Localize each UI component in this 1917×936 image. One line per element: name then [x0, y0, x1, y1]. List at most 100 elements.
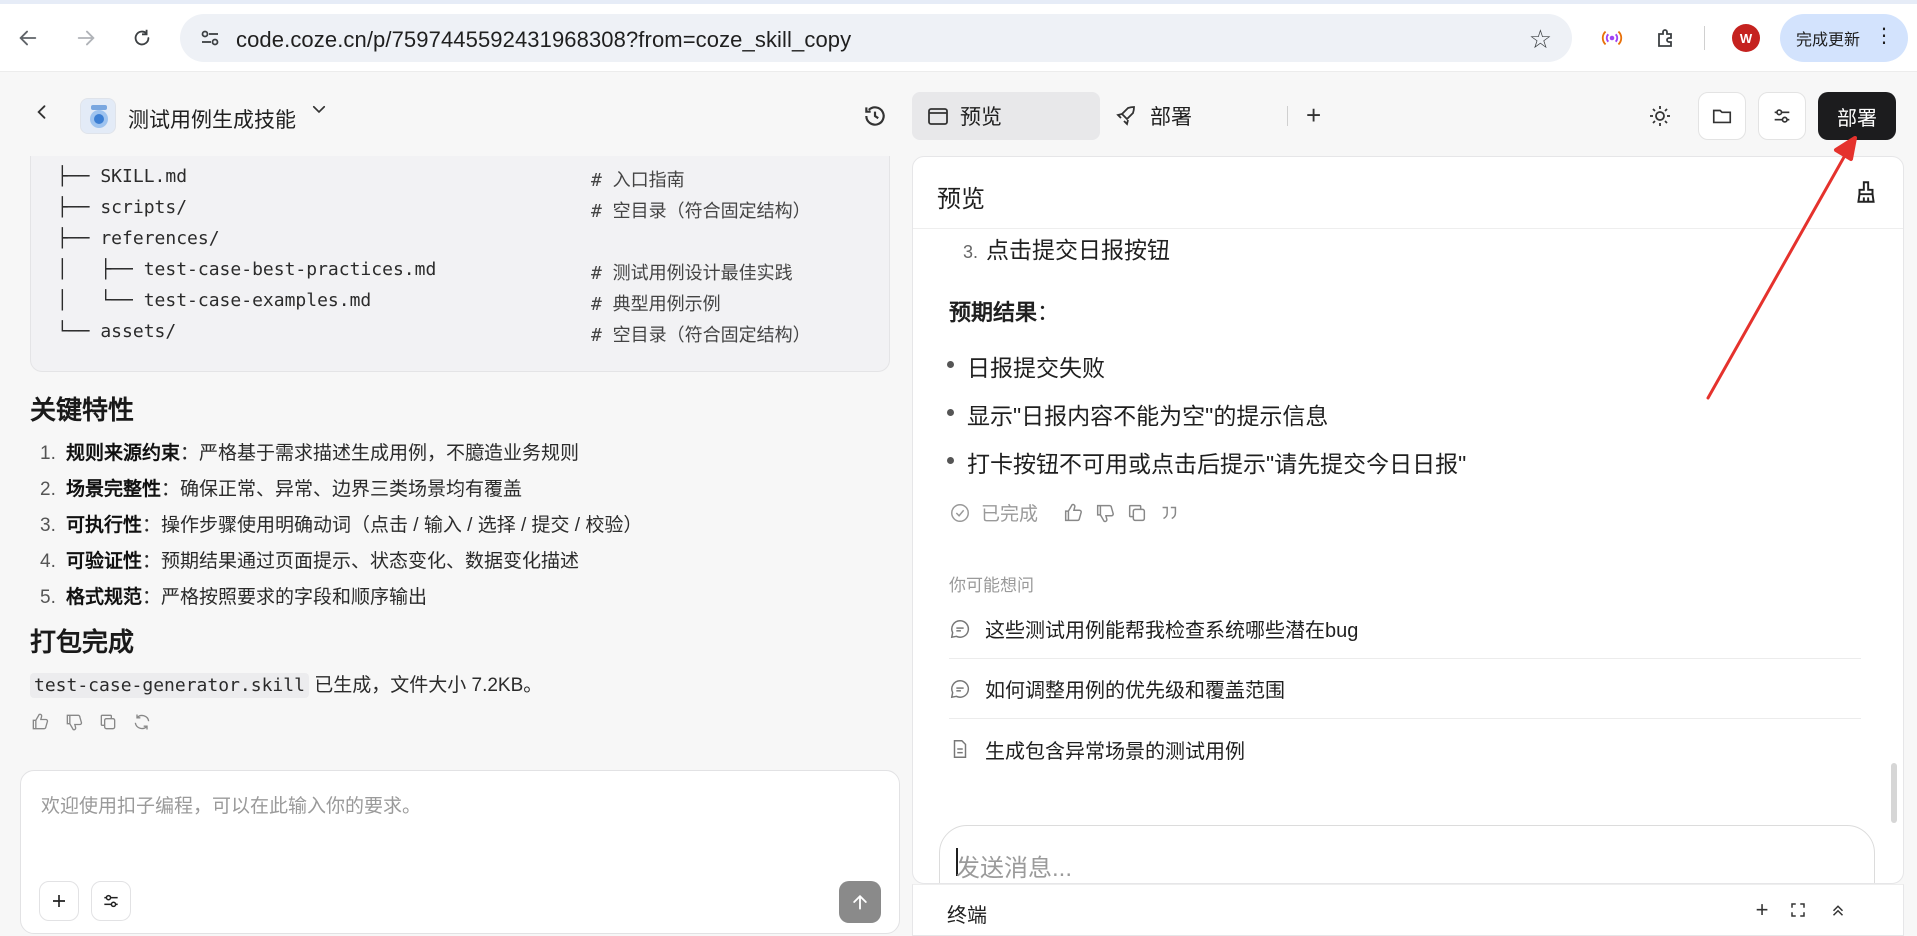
sliders-icon — [104, 894, 118, 908]
site-settings-icon[interactable] — [198, 26, 222, 50]
tab-deploy[interactable]: 部署 — [1110, 92, 1270, 140]
expected-label-text: 预期结果 — [949, 300, 1038, 325]
feature-num: 2. — [40, 479, 56, 500]
suggestion-item[interactable]: 这些测试用例能帮我检查系统哪些潜在bug — [949, 599, 1861, 659]
extensions-puzzle-icon[interactable] — [1652, 24, 1680, 52]
feature-desc: ：预期结果通过页面提示、状态变化、数据变化描述 — [142, 551, 580, 572]
feature-desc: ：操作步骤使用明确动词（点击 / 输入 / 选择 / 提交 / 校验） — [142, 515, 643, 536]
tree-comment: # 入口指南 — [591, 170, 685, 191]
settings-sliders-icon[interactable] — [1758, 92, 1806, 140]
result-bullet: 显示"日报内容不能为空"的提示信息 — [946, 397, 1329, 431]
message-input[interactable]: 发送消息... — [939, 825, 1875, 883]
reload-icon[interactable] — [126, 22, 158, 54]
browser-toolbar: code.coze.cn/p/7597445592431968308?from=… — [0, 0, 1917, 72]
thumbs-up-icon[interactable] — [1062, 502, 1084, 524]
tree-comment: # 典型用例示例 — [591, 294, 721, 315]
tab-divider — [1287, 106, 1288, 126]
feature-title: 场景完整性 — [66, 479, 162, 500]
back-icon[interactable] — [12, 22, 44, 54]
feature-desc: ：确保正常、异常、边界三类场景均有覆盖 — [161, 479, 523, 500]
send-button[interactable] — [839, 881, 881, 923]
tab-strip-edge — [0, 0, 1917, 4]
preview-panel: 预览 3. 点击提交日报按钮 预期结果： 日报提交失败 显示"日报内容不能为空"的… — [912, 156, 1917, 936]
preview-scrollbar[interactable] — [1891, 763, 1897, 823]
feature-title: 可执行性 — [66, 515, 143, 536]
chevron-double-up-icon[interactable] — [1827, 899, 1849, 921]
thumbs-down-icon[interactable] — [1094, 502, 1116, 524]
feature-title: 格式规范 — [66, 587, 143, 608]
theme-sun-icon[interactable] — [1636, 92, 1684, 140]
deploy-button[interactable]: 部署 — [1818, 92, 1896, 140]
suggestion-item[interactable]: 生成包含异常场景的测试用例 — [949, 719, 1861, 779]
folder-icon[interactable] — [1698, 92, 1746, 140]
bookmark-star-icon[interactable]: ☆ — [1529, 24, 1552, 55]
more-menu-icon[interactable]: ⋮ — [1874, 26, 1894, 46]
arrow-up-icon — [853, 894, 867, 910]
feature-desc: ：严格基于需求描述生成用例，不臆造业务规则 — [180, 443, 580, 464]
quote-icon[interactable] — [1158, 502, 1180, 524]
document-icon — [953, 740, 967, 758]
feature-title: 可验证性 — [66, 551, 143, 572]
feature-num: 3. — [40, 515, 56, 536]
history-icon[interactable] — [862, 103, 890, 131]
feature-item: 3. 可执行性：操作步骤使用明确动词（点击 / 输入 / 选择 / 提交 / 校验… — [40, 510, 642, 537]
feature-item: 5. 格式规范：严格按照要求的字段和顺序输出 — [40, 582, 427, 609]
terminal-label: 终端 — [947, 905, 987, 927]
tree-path: ├── scripts/ — [57, 197, 188, 218]
toolbar-divider — [1704, 26, 1705, 50]
pack-result: test-case-generator.skill 已生成，文件大小 7.2KB… — [30, 670, 543, 698]
rocket-icon — [1116, 106, 1135, 126]
step-num: 3. — [963, 242, 979, 262]
step-item: 3. 点击提交日报按钮 — [963, 231, 1170, 265]
suggestion-text: 如何调整用例的优先级和覆盖范围 — [985, 680, 1285, 702]
terminal-bar[interactable]: 终端 + — [912, 884, 1904, 936]
expected-result-label: 预期结果： — [949, 295, 1059, 327]
file-tree-code-block: ├── SKILL.md # 入口指南 ├── scripts/ # 空目录（符… — [30, 156, 890, 372]
tree-path: │ ├── test-case-best-practices.md — [57, 259, 437, 280]
add-attachment-button[interactable] — [39, 881, 79, 921]
copy-icon[interactable] — [98, 712, 118, 732]
suggestions-title: 你可能想问 — [949, 576, 1034, 595]
tree-comment: # 空目录（符合固定结构） — [591, 325, 811, 346]
fullscreen-icon[interactable] — [1787, 899, 1809, 921]
profile-avatar[interactable]: W — [1732, 24, 1760, 52]
update-button[interactable]: 完成更新 ⋮ — [1780, 14, 1908, 62]
preview-card: 预览 3. 点击提交日报按钮 预期结果： 日报提交失败 显示"日报内容不能为空"的… — [912, 156, 1904, 884]
preview-title: 预览 — [937, 186, 985, 213]
broadcast-extension-icon[interactable] — [1598, 24, 1626, 52]
update-label: 完成更新 — [1796, 32, 1861, 49]
suggestion-text: 生成包含异常场景的测试用例 — [985, 740, 1245, 763]
add-tab-icon[interactable]: + — [1306, 100, 1321, 131]
copy-icon[interactable] — [1126, 502, 1148, 524]
add-terminal-icon[interactable]: + — [1751, 897, 1773, 922]
result-bullet-text: 打卡按钮不可用或点击后提示"请先提交今日日报" — [967, 451, 1467, 477]
expected-label-colon: ： — [1037, 300, 1060, 325]
clear-broom-icon[interactable] — [1853, 179, 1879, 205]
tree-comment: # 空目录（符合固定结构） — [591, 201, 811, 222]
suggestion-item[interactable]: 如何调整用例的优先级和覆盖范围 — [949, 659, 1861, 719]
input-settings-button[interactable] — [91, 881, 131, 921]
pack-text: 已生成，文件大小 7.2KB。 — [308, 675, 543, 696]
back-arrow-icon[interactable] — [32, 102, 52, 128]
app-header: 测试用例生成技能 预览 部署 + 部署 — [0, 72, 1917, 156]
chevron-down-icon[interactable] — [310, 100, 328, 124]
feature-num: 1. — [40, 443, 56, 464]
feature-item: 4. 可验证性：预期结果通过页面提示、状态变化、数据变化描述 — [40, 546, 579, 573]
completion-row: 已完成 — [949, 499, 1180, 526]
regenerate-icon[interactable] — [132, 712, 152, 732]
browser-window-icon — [928, 108, 948, 125]
forward-icon[interactable] — [70, 22, 102, 54]
tree-comment: # 测试用例设计最佳实践 — [591, 263, 793, 284]
thumbs-up-icon[interactable] — [30, 712, 50, 732]
result-bullet-text: 显示"日报内容不能为空"的提示信息 — [967, 403, 1329, 429]
result-bullet: 打卡按钮不可用或点击后提示"请先提交今日日报" — [946, 445, 1467, 479]
chat-input-box[interactable]: 欢迎使用扣子编程，可以在此输入你的要求。 — [20, 770, 900, 934]
tab-deploy-label: 部署 — [1150, 106, 1192, 129]
feature-item: 1. 规则来源约束：严格基于需求描述生成用例，不臆造业务规则 — [40, 438, 579, 465]
thumbs-down-icon[interactable] — [64, 712, 84, 732]
address-bar[interactable]: code.coze.cn/p/7597445592431968308?from=… — [180, 14, 1572, 62]
tab-preview[interactable]: 预览 — [912, 92, 1100, 140]
pack-heading: 打包完成 — [30, 627, 135, 657]
message-feedback-row — [30, 712, 152, 732]
project-title[interactable]: 测试用例生成技能 — [128, 104, 296, 134]
